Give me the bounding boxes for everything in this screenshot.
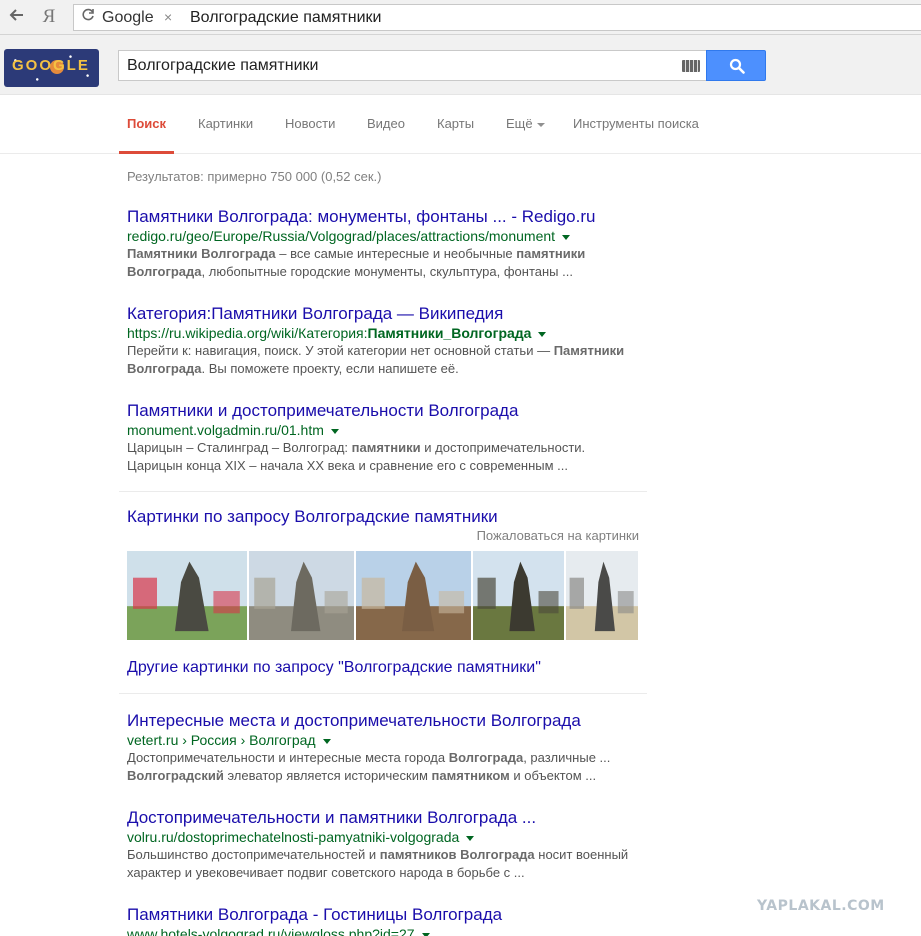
search-result: Памятники Волгограда - Гостиницы Волгогр… bbox=[127, 905, 657, 936]
result-url-text: vetert.ru › Россия › Волгоград bbox=[127, 732, 316, 748]
search-result: Памятники Волгограда: монументы, фонтаны… bbox=[127, 207, 657, 281]
yandex-icon[interactable]: Я bbox=[38, 6, 60, 28]
result-url: www.hotels-volgograd.ru/viewgloss.php?id… bbox=[127, 925, 657, 936]
search-result: Интересные места и достопримечательности… bbox=[127, 711, 657, 785]
result-title-link[interactable]: Памятники и достопримечательности Волгог… bbox=[127, 401, 657, 421]
search-button[interactable] bbox=[706, 50, 766, 81]
caret-down-icon[interactable] bbox=[466, 835, 475, 841]
image-thumbnail[interactable] bbox=[127, 551, 247, 640]
snippet-line: Волгограда, любопытные городские монумен… bbox=[127, 264, 573, 279]
tab-news[interactable]: Новости bbox=[285, 116, 335, 131]
image-thumbnail[interactable] bbox=[356, 551, 471, 640]
snippet-line: Волгоградский элеватор является историче… bbox=[127, 768, 597, 783]
tab-maps[interactable]: Карты bbox=[437, 116, 474, 131]
result-title-link[interactable]: Памятники Волгограда: монументы, фонтаны… bbox=[127, 207, 657, 227]
result-stats: Результатов: примерно 750 000 (0,52 сек.… bbox=[127, 169, 382, 184]
close-icon[interactable]: × bbox=[164, 9, 172, 25]
active-tab-indicator bbox=[119, 151, 174, 154]
result-title-link[interactable]: Достопримечательности и памятники Волгог… bbox=[127, 808, 657, 828]
result-url-text: monument.volgadmin.ru/01.htm bbox=[127, 422, 324, 438]
divider bbox=[119, 491, 647, 492]
google-doodle-logo[interactable]: GOOGLE bbox=[4, 49, 99, 87]
search-icon bbox=[729, 58, 745, 74]
tab-search[interactable]: Поиск bbox=[127, 116, 166, 131]
back-icon[interactable] bbox=[6, 6, 28, 28]
monument-photo bbox=[473, 551, 564, 640]
result-url: redigo.ru/geo/Europe/Russia/Volgograd/pl… bbox=[127, 227, 657, 245]
snippet-line: Царицын конца XIX – начала XX века и сра… bbox=[127, 458, 569, 473]
result-url-text: volru.ru/dostoprimechatelnosti-pamyatnik… bbox=[127, 829, 460, 845]
result-url: vetert.ru › Россия › Волгоград bbox=[127, 731, 657, 749]
keyboard-icon[interactable] bbox=[682, 60, 700, 72]
result-url-text: https://ru.wikipedia.org/wiki/Категория:… bbox=[127, 325, 532, 341]
result-snippet: Перейти к: навигация, поиск. У этой кате… bbox=[127, 342, 657, 378]
caret-down-icon[interactable] bbox=[322, 738, 331, 744]
search-result: Категория:Памятники Волгограда — Википед… bbox=[127, 304, 657, 378]
search-tabs: Поиск Картинки Новости Видео Карты Ещё И… bbox=[0, 96, 921, 154]
images-title-link[interactable]: Картинки по запросу Волгоградские памятн… bbox=[127, 507, 498, 527]
address-text[interactable]: Волгоградские памятники bbox=[190, 9, 381, 27]
tab-images[interactable]: Картинки bbox=[198, 116, 253, 131]
result-title-link[interactable]: Интересные места и достопримечательности… bbox=[127, 711, 657, 731]
snippet-line: Перейти к: навигация, поиск. У этой кате… bbox=[127, 343, 625, 358]
snippet-line: Царицын – Сталинград – Волгоград: памятн… bbox=[127, 440, 586, 455]
browser-toolbar: Я Google × Волгоградские памятники bbox=[0, 0, 921, 35]
caret-down-icon[interactable] bbox=[538, 331, 547, 337]
monument-photo bbox=[249, 551, 354, 640]
result-title-link[interactable]: Категория:Памятники Волгограда — Википед… bbox=[127, 304, 657, 324]
doodle-text: GOOGLE bbox=[12, 57, 90, 74]
site-label: Google bbox=[102, 9, 154, 26]
snippet-line: Большинство достопримечательностей и пам… bbox=[127, 847, 629, 862]
image-thumbnail[interactable] bbox=[566, 551, 638, 640]
more-images-link[interactable]: Другие картинки по запросу "Волгоградски… bbox=[127, 659, 541, 677]
snippet-line: Памятники Волгограда – все самые интерес… bbox=[127, 246, 586, 261]
divider bbox=[119, 693, 647, 694]
result-url: volru.ru/dostoprimechatelnosti-pamyatnik… bbox=[127, 828, 657, 846]
monument-photo bbox=[127, 551, 247, 640]
google-header: GOOGLE bbox=[0, 35, 921, 95]
search-result: Достопримечательности и памятники Волгог… bbox=[127, 808, 657, 882]
result-snippet: Большинство достопримечательностей и пам… bbox=[127, 846, 657, 882]
image-thumbnail[interactable] bbox=[473, 551, 564, 640]
caret-down-icon[interactable] bbox=[562, 234, 571, 240]
caret-down-icon[interactable] bbox=[330, 428, 339, 434]
report-images-link[interactable]: Пожаловаться на картинки bbox=[477, 528, 639, 543]
address-bar[interactable]: Google × Волгоградские памятники bbox=[73, 4, 921, 31]
reload-icon[interactable] bbox=[81, 8, 95, 26]
monument-photo bbox=[356, 551, 471, 640]
image-thumbnail[interactable] bbox=[249, 551, 354, 640]
result-url: https://ru.wikipedia.org/wiki/Категория:… bbox=[127, 324, 657, 342]
tab-video[interactable]: Видео bbox=[367, 116, 405, 131]
snippet-line: Достопримечательности и интересные места… bbox=[127, 750, 611, 765]
snippet-line: характер и увековечивает подвиг советско… bbox=[127, 865, 525, 880]
monument-photo bbox=[566, 551, 638, 640]
search-input[interactable] bbox=[127, 55, 667, 77]
snippet-line: Волгограда. Вы поможете проекту, если на… bbox=[127, 361, 459, 376]
result-snippet: Царицын – Сталинград – Волгоград: памятн… bbox=[127, 439, 657, 475]
tab-search-tools[interactable]: Инструменты поиска bbox=[573, 116, 699, 131]
result-url-text: redigo.ru/geo/Europe/Russia/Volgograd/pl… bbox=[127, 228, 556, 244]
tab-more-label: Ещё bbox=[506, 116, 533, 131]
search-result: Памятники и достопримечательности Волгог… bbox=[127, 401, 657, 475]
result-snippet: Достопримечательности и интересные места… bbox=[127, 749, 657, 785]
search-box[interactable] bbox=[118, 50, 706, 81]
watermark: YAPLAKAL.COM bbox=[757, 898, 885, 914]
result-url: monument.volgadmin.ru/01.htm bbox=[127, 421, 657, 439]
caret-down-icon bbox=[536, 122, 545, 127]
result-url-text: www.hotels-volgograd.ru/viewgloss.php?id… bbox=[127, 926, 415, 936]
tab-more[interactable]: Ещё bbox=[506, 116, 545, 131]
result-title-link[interactable]: Памятники Волгограда - Гостиницы Волгогр… bbox=[127, 905, 657, 925]
result-snippet: Памятники Волгограда – все самые интерес… bbox=[127, 245, 657, 281]
